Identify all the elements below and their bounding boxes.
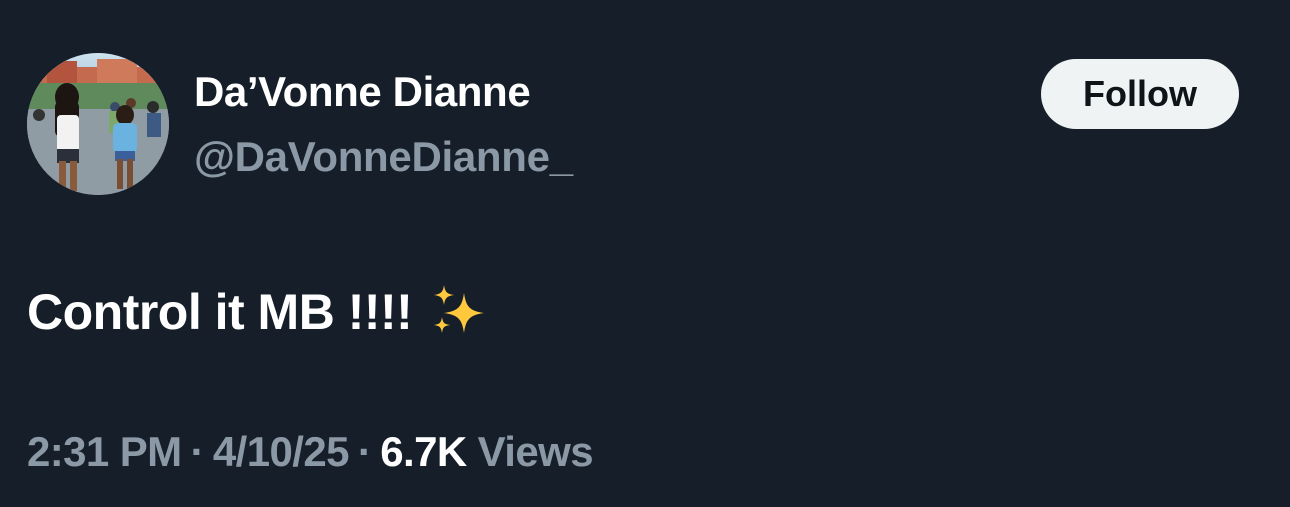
tweet-meta: 2:31 PM · 4/10/25 · 6.7K Views (27, 428, 594, 476)
tweet-body: Control it MB !!!! (27, 283, 488, 341)
avatar-photo (27, 53, 169, 195)
follow-button[interactable]: Follow (1041, 59, 1239, 129)
sparkles-icon (430, 283, 488, 341)
meta-separator: · (190, 428, 205, 475)
author-handle[interactable]: @DaVonneDianne_ (194, 133, 573, 181)
tweet-date[interactable]: 4/10/25 (213, 428, 350, 475)
views-label: Views (477, 428, 594, 475)
author-avatar[interactable] (27, 53, 169, 195)
author-display-name[interactable]: Da’Vonne Dianne (194, 68, 531, 116)
views-count: 6.7K (380, 428, 467, 475)
meta-separator: · (357, 428, 372, 475)
tweet-time[interactable]: 2:31 PM (27, 428, 182, 475)
tweet-text: Control it MB !!!! (27, 284, 413, 340)
